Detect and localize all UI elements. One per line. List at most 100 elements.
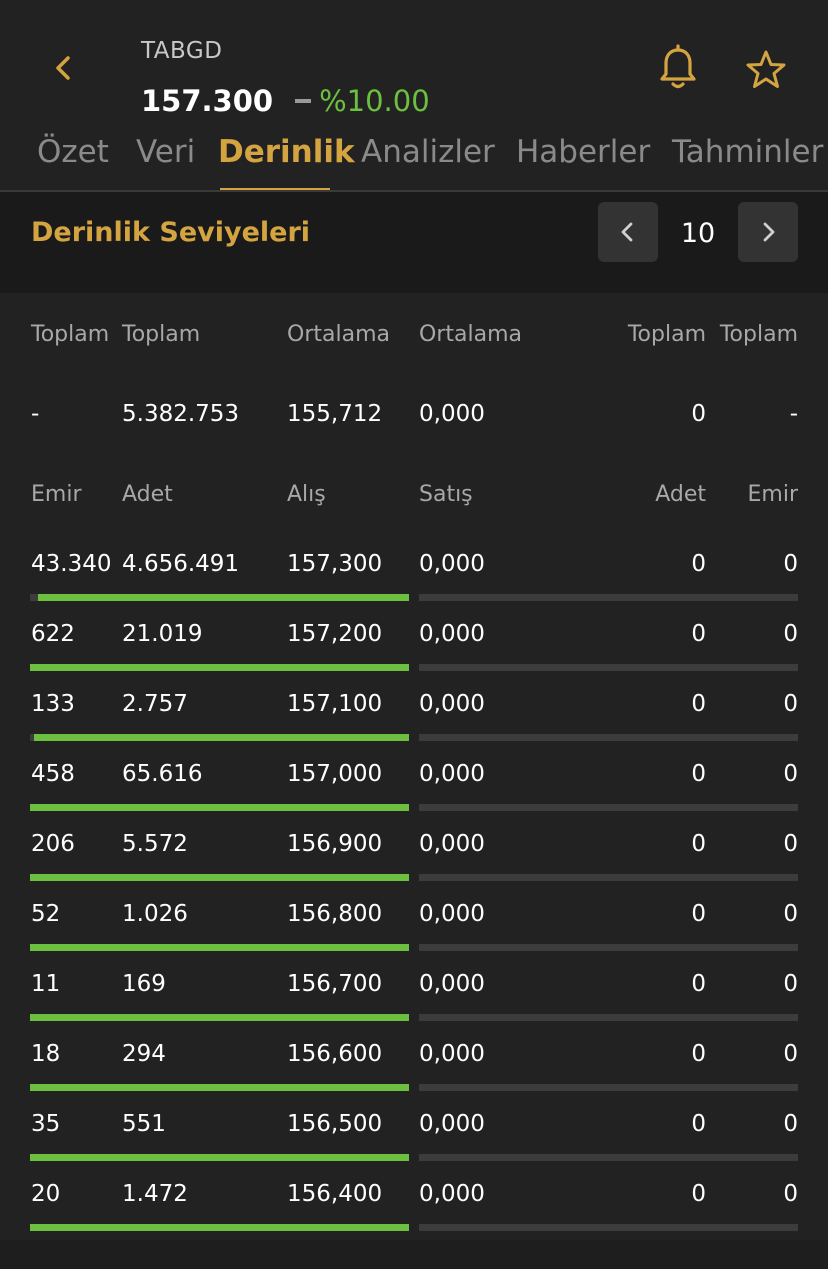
row-bid-orders: 35 <box>31 1111 61 1137</box>
row-bid-orders: 43.340 <box>31 551 112 577</box>
bid-volume-bar <box>30 1154 409 1161</box>
row-bid-orders: 20 <box>31 1181 61 1207</box>
chevron-left-icon <box>56 56 70 80</box>
row-bid-orders: 206 <box>31 831 75 857</box>
bid-volume-fill <box>30 874 409 881</box>
tab-analizler[interactable]: Analizler <box>361 134 495 170</box>
ask-volume-bar <box>419 804 798 811</box>
bid-volume-bar <box>30 734 409 741</box>
summary-header-total-qty-ask: Toplam <box>627 322 706 347</box>
favorite-button[interactable] <box>744 48 788 92</box>
bid-volume-fill <box>37 594 409 601</box>
row-bid-qty: 2.757 <box>122 691 188 717</box>
ask-volume-bar <box>419 664 798 671</box>
bid-volume-bar <box>30 594 409 601</box>
summary-header-total-orders-bid: Toplam <box>31 322 110 347</box>
bid-volume-fill <box>30 1014 409 1021</box>
chevron-left-icon <box>621 222 633 242</box>
change-dash-icon <box>295 99 312 103</box>
row-ask-orders: 0 <box>783 971 798 997</box>
row-ask-qty: 0 <box>691 621 706 647</box>
row-bid-qty: 169 <box>122 971 166 997</box>
back-button[interactable] <box>46 50 82 86</box>
depth-level-bar: Derinlik Seviyeleri 10 <box>0 192 828 293</box>
col-header-bid: Alış <box>287 482 326 507</box>
bid-volume-bar <box>30 944 409 951</box>
ask-volume-bar <box>419 1154 798 1161</box>
summary-header-avg-ask: Ortalama <box>419 322 522 347</box>
summary-avg-ask: 0,000 <box>419 401 485 427</box>
row-ask-price: 0,000 <box>419 971 485 997</box>
row-ask-price: 0,000 <box>419 1041 485 1067</box>
row-ask-orders: 0 <box>783 901 798 927</box>
bid-volume-bar <box>30 1014 409 1021</box>
row-ask-price: 0,000 <box>419 901 485 927</box>
row-bid-price: 157,000 <box>287 761 383 787</box>
row-ask-qty: 0 <box>691 1181 706 1207</box>
row-ask-qty: 0 <box>691 691 706 717</box>
bid-volume-fill <box>30 664 409 671</box>
bid-volume-fill <box>30 1084 409 1091</box>
tab-ozet[interactable]: Özet <box>37 134 109 170</box>
bid-volume-fill <box>30 944 409 951</box>
row-bid-qty: 294 <box>122 1041 166 1067</box>
row-ask-price: 0,000 <box>419 761 485 787</box>
row-bid-price: 156,900 <box>287 831 383 857</box>
bid-volume-bar <box>30 664 409 671</box>
row-bid-orders: 18 <box>31 1041 61 1067</box>
row-ask-qty: 0 <box>691 831 706 857</box>
row-bid-price: 156,600 <box>287 1041 383 1067</box>
ask-volume-bar <box>419 1224 798 1231</box>
bid-volume-fill <box>30 1224 409 1231</box>
tab-veri[interactable]: Veri <box>136 134 195 170</box>
depth-levels-title: Derinlik Seviyeleri <box>31 217 311 248</box>
ask-volume-bar <box>419 594 798 601</box>
row-bid-price: 156,500 <box>287 1111 383 1137</box>
row-ask-price: 0,000 <box>419 621 485 647</box>
row-bid-orders: 52 <box>31 901 61 927</box>
row-ask-price: 0,000 <box>419 831 485 857</box>
ask-volume-bar <box>419 944 798 951</box>
col-header-ask: Satış <box>419 482 473 507</box>
row-ask-orders: 0 <box>783 1181 798 1207</box>
row-ask-qty: 0 <box>691 971 706 997</box>
row-ask-qty: 0 <box>691 1041 706 1067</box>
summary-total-qty-ask: 0 <box>691 401 706 427</box>
row-ask-price: 0,000 <box>419 551 485 577</box>
tab-derinlik[interactable]: Derinlik <box>218 134 355 170</box>
ask-volume-bar <box>419 1014 798 1021</box>
row-bid-qty: 5.572 <box>122 831 188 857</box>
row-bid-price: 156,400 <box>287 1181 383 1207</box>
bell-icon <box>660 44 696 89</box>
tab-tahminler[interactable]: Tahminler <box>672 134 823 170</box>
change-percent: %10.00 <box>319 84 430 118</box>
row-ask-qty: 0 <box>691 761 706 787</box>
row-ask-orders: 0 <box>783 1111 798 1137</box>
row-bid-orders: 133 <box>31 691 75 717</box>
row-bid-qty: 1.026 <box>122 901 188 927</box>
row-bid-qty: 4.656.491 <box>122 551 240 577</box>
tab-haberler[interactable]: Haberler <box>516 134 650 170</box>
row-ask-qty: 0 <box>691 1111 706 1137</box>
level-next-button[interactable] <box>738 202 798 262</box>
ask-volume-bar <box>419 734 798 741</box>
row-ask-price: 0,000 <box>419 1181 485 1207</box>
ask-volume-bar <box>419 874 798 881</box>
row-bid-qty: 21.019 <box>122 621 203 647</box>
bid-volume-fill <box>33 734 409 741</box>
bid-volume-bar <box>30 1084 409 1091</box>
level-prev-button[interactable] <box>598 202 658 262</box>
alert-button[interactable] <box>656 44 700 92</box>
row-bid-qty: 1.472 <box>122 1181 188 1207</box>
row-ask-orders: 0 <box>783 691 798 717</box>
col-header-bid-orders: Emir <box>31 482 82 507</box>
row-ask-orders: 0 <box>783 621 798 647</box>
summary-total-qty-bid: 5.382.753 <box>122 401 240 427</box>
depth-level-value: 10 <box>680 218 716 249</box>
header: TABGD 157.300 %10.00 Özet Veri Derinlik … <box>0 0 828 192</box>
row-bid-price: 156,700 <box>287 971 383 997</box>
row-bid-orders: 11 <box>31 971 61 997</box>
bid-volume-bar <box>30 804 409 811</box>
depth-table: Toplam Toplam Ortalama Ortalama Toplam T… <box>0 293 828 1240</box>
row-ask-orders: 0 <box>783 551 798 577</box>
